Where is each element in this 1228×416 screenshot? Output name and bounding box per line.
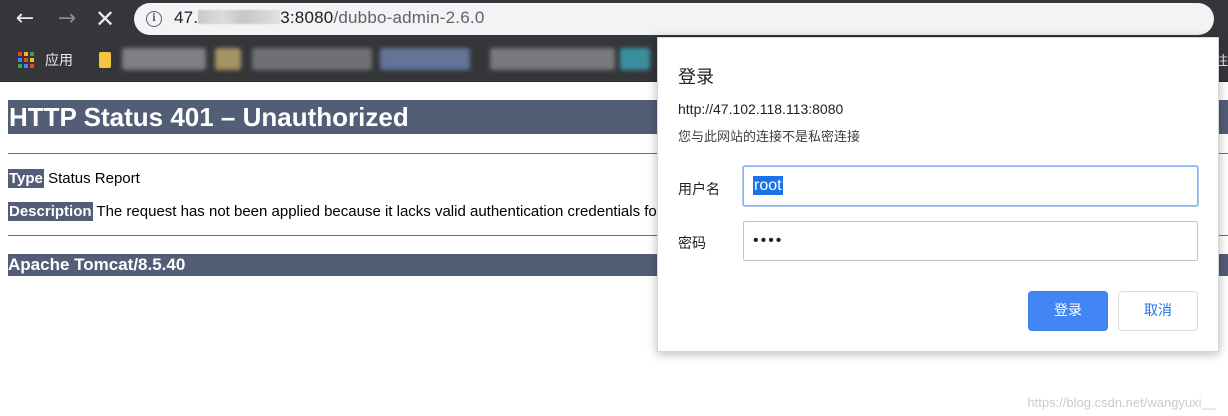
url-host-prefix: 47. <box>174 8 199 27</box>
login-dialog: 登录 http://47.102.118.113:8080 您与此网站的连接不是… <box>657 37 1219 352</box>
type-label: Type <box>8 169 44 188</box>
username-label: 用户名 <box>678 182 720 198</box>
forward-arrow-icon[interactable]: → <box>52 4 82 34</box>
password-label: 密码 <box>678 236 706 252</box>
login-button[interactable]: 登录 <box>1028 291 1108 331</box>
description-label: Description <box>8 202 93 221</box>
redacted-ip <box>198 10 281 24</box>
dialog-privacy-note: 您与此网站的连接不是私密连接 <box>678 130 861 145</box>
bookmark-item-redacted[interactable] <box>252 48 372 70</box>
watermark: https://blog.csdn.net/wangyuxi__ <box>1027 395 1216 410</box>
info-icon[interactable]: i <box>146 11 162 27</box>
cancel-button[interactable]: 取消 <box>1118 291 1198 331</box>
browser-toolbar: ← → ✕ i 47. 3:8080/dubbo-admin-2.6.0 <box>0 0 1228 38</box>
type-row: Type Status Report <box>8 169 140 188</box>
url-host-suffix: 3:8080 <box>280 8 334 27</box>
url-path: /dubbo-admin-2.6.0 <box>333 8 485 27</box>
dialog-title: 登录 <box>678 67 714 88</box>
bookmark-item-redacted[interactable] <box>380 48 470 70</box>
stop-loading-icon[interactable]: ✕ <box>90 4 120 34</box>
address-bar[interactable]: i 47. 3:8080/dubbo-admin-2.6.0 <box>134 3 1214 35</box>
back-arrow-icon[interactable]: ← <box>10 4 40 34</box>
bookmark-folder-icon[interactable] <box>99 52 111 68</box>
type-value: Status Report <box>43 170 140 187</box>
bookmark-item-redacted[interactable] <box>620 48 650 70</box>
password-value: •••• <box>753 232 784 249</box>
dialog-host: http://47.102.118.113:8080 <box>678 101 844 117</box>
description-row: Description The request has not been app… <box>8 202 657 221</box>
password-field[interactable]: •••• <box>743 221 1198 261</box>
bookmark-item-redacted[interactable] <box>122 48 206 70</box>
apps-grid-icon[interactable] <box>18 52 34 68</box>
apps-bookmark-label[interactable]: 应用 <box>45 50 73 70</box>
bookmark-item-redacted[interactable] <box>490 48 615 70</box>
description-value: The request has not been applied because… <box>92 203 657 220</box>
bookmark-item-redacted[interactable] <box>215 48 241 70</box>
username-field[interactable]: root <box>743 166 1198 206</box>
username-value: root <box>753 176 783 195</box>
url-text[interactable]: 47. 3:8080/dubbo-admin-2.6.0 <box>174 8 484 28</box>
